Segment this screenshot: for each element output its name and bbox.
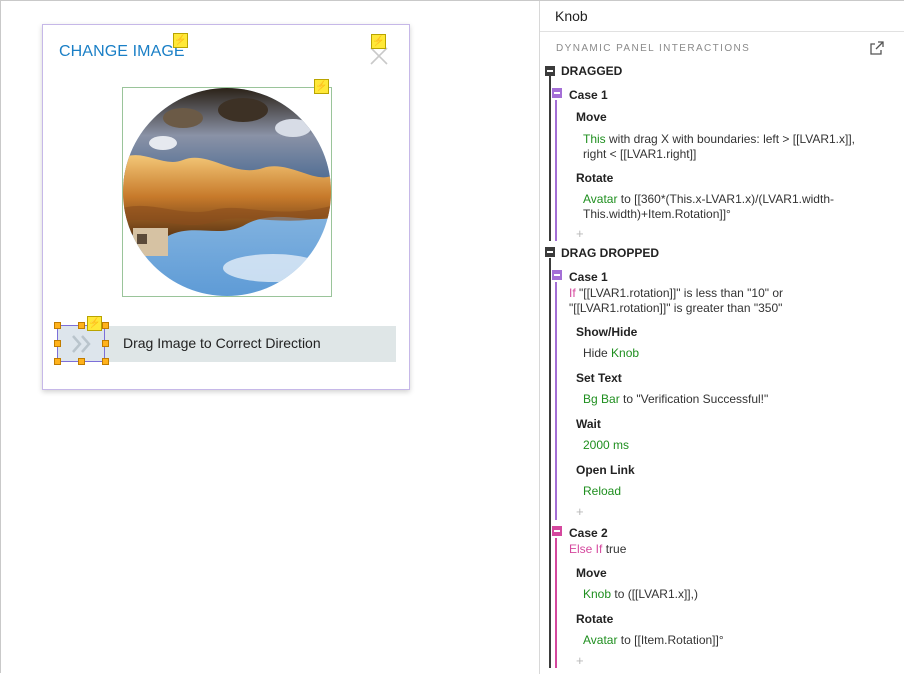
lightning-icon[interactable]: ⚡: [314, 79, 329, 94]
condition-text: "[[LVAR1.rotation]]" is less than "10" o…: [575, 286, 784, 300]
action-text: to ([[LVAR1.x]],): [611, 587, 698, 601]
action-target: Knob: [611, 346, 640, 360]
action-detail[interactable]: Bg Bar to "Verification Successful!": [583, 392, 768, 407]
action-name[interactable]: Open Link: [576, 463, 635, 478]
event-guide-line: [549, 258, 551, 668]
action-name[interactable]: Move: [576, 566, 607, 581]
action-detail[interactable]: Knob to ([[LVAR1.x]],): [583, 587, 698, 602]
action-target: Bg Bar: [583, 392, 620, 406]
avatar-image[interactable]: [123, 88, 331, 296]
popout-icon[interactable]: [869, 40, 885, 56]
interactions-panel: Knob DYNAMIC PANEL INTERACTIONS DRAGGED …: [539, 1, 904, 674]
resize-handle[interactable]: [102, 322, 109, 329]
chevron-right-icon: [72, 335, 91, 353]
action-target: Avatar: [583, 192, 618, 206]
action-text: to [[360*(This.x-LVAR1.x)/(LVAR1.width-: [617, 192, 834, 206]
avatar-image-frame[interactable]: [122, 87, 332, 297]
collapse-icon[interactable]: [552, 88, 562, 98]
collapse-icon[interactable]: [552, 526, 562, 536]
action-text: with drag X with boundaries: left > [[LV…: [605, 132, 856, 146]
resize-handle[interactable]: [54, 340, 61, 347]
collapse-icon[interactable]: [545, 247, 555, 257]
condition-keyword: Else If: [569, 542, 603, 556]
design-canvas[interactable]: CHANGE IMAGE ⚡ ⚡ ⚡ Drag Image to Correct…: [1, 1, 539, 674]
event-title[interactable]: DRAGGED: [561, 64, 622, 79]
condition-text: true: [602, 542, 627, 556]
case-condition[interactable]: If "[[LVAR1.rotation]]" is less than "10…: [569, 286, 783, 301]
add-action-button[interactable]: +: [576, 504, 584, 519]
action-detail[interactable]: This.width)+Item.Rotation]]°: [583, 207, 731, 222]
collapse-icon[interactable]: [545, 66, 555, 76]
action-name[interactable]: Show/Hide: [576, 325, 637, 340]
action-name[interactable]: Move: [576, 110, 607, 125]
action-name[interactable]: Rotate: [576, 171, 613, 186]
add-action-button[interactable]: +: [576, 226, 584, 241]
action-detail[interactable]: This with drag X with boundaries: left >…: [583, 132, 855, 147]
resize-handle[interactable]: [78, 322, 85, 329]
event-title[interactable]: DRAG DROPPED: [561, 246, 659, 261]
action-target: Avatar: [583, 633, 618, 647]
add-action-button[interactable]: +: [576, 653, 584, 668]
resize-handle[interactable]: [54, 322, 61, 329]
action-text: Hide: [583, 346, 612, 360]
change-image-link[interactable]: CHANGE IMAGE: [59, 43, 185, 61]
case-condition[interactable]: "[[LVAR1.rotation]]" is greater than "35…: [569, 301, 782, 316]
action-detail[interactable]: Avatar to [[Item.Rotation]]°: [583, 633, 724, 648]
case-guide-line: [555, 100, 557, 241]
action-text: to "Verification Successful!": [619, 392, 769, 406]
captcha-widget[interactable]: CHANGE IMAGE ⚡ ⚡ ⚡ Drag Image to Correct…: [42, 24, 410, 390]
section-title: DYNAMIC PANEL INTERACTIONS: [556, 43, 751, 54]
resize-handle[interactable]: [102, 340, 109, 347]
case-title[interactable]: Case 1: [569, 88, 608, 103]
condition-keyword: If: [569, 286, 576, 300]
case-guide-line: [555, 282, 557, 520]
action-target: This: [583, 132, 606, 146]
resize-handle[interactable]: [78, 358, 85, 365]
action-name[interactable]: Set Text: [576, 371, 622, 386]
collapse-icon[interactable]: [552, 270, 562, 280]
action-name[interactable]: Wait: [576, 417, 601, 432]
lightning-icon[interactable]: ⚡: [87, 316, 102, 331]
lightning-icon[interactable]: ⚡: [173, 33, 188, 48]
case-title[interactable]: Case 2: [569, 526, 608, 541]
panel-header[interactable]: Knob: [540, 1, 904, 32]
action-detail[interactable]: Reload: [583, 484, 621, 499]
bar-label: Drag Image to Correct Direction: [123, 335, 321, 351]
action-name[interactable]: Rotate: [576, 612, 613, 627]
action-detail[interactable]: 2000 ms: [583, 438, 629, 453]
action-detail[interactable]: right < [[LVAR1.right]]: [583, 147, 696, 162]
action-text: to [[Item.Rotation]]°: [617, 633, 724, 647]
action-detail[interactable]: Avatar to [[360*(This.x-LVAR1.x)/(LVAR1.…: [583, 192, 834, 207]
event-guide-line: [549, 76, 551, 241]
resize-handle[interactable]: [102, 358, 109, 365]
lightning-icon[interactable]: ⚡: [371, 34, 386, 49]
case-guide-line: [555, 538, 557, 668]
case-title[interactable]: Case 1: [569, 270, 608, 285]
resize-handle[interactable]: [54, 358, 61, 365]
action-target: Knob: [583, 587, 612, 601]
action-detail[interactable]: Hide Knob: [583, 346, 639, 361]
case-condition[interactable]: Else If true: [569, 542, 626, 557]
